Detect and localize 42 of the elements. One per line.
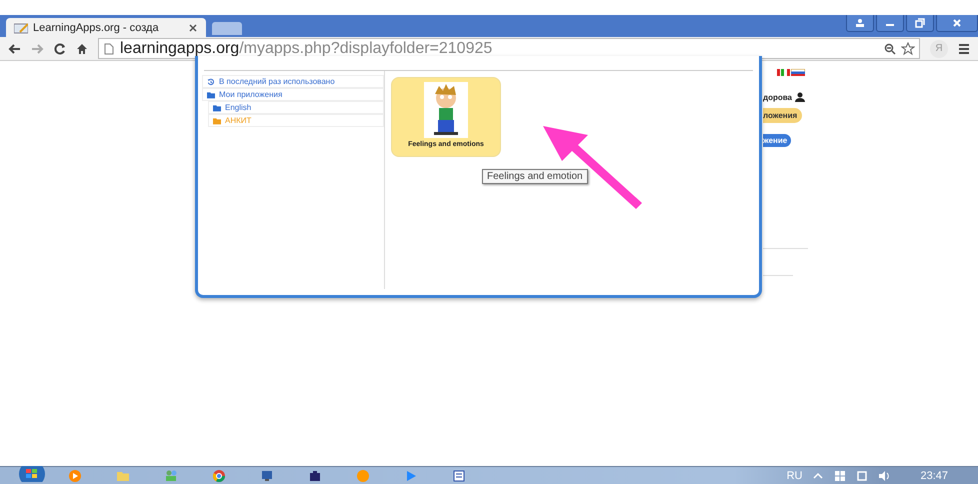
create-button[interactable]: жение <box>763 134 792 147</box>
apps-button[interactable]: ложения <box>763 108 802 123</box>
monitor-icon <box>261 470 273 482</box>
cartoon-boy-drawing <box>424 82 468 138</box>
home-icon <box>76 42 88 54</box>
tree-item[interactable]: В последний раз использовано <box>202 75 384 88</box>
profile-button[interactable] <box>846 15 874 32</box>
star-icon <box>901 42 915 56</box>
restore-button[interactable] <box>906 15 934 32</box>
play-icon <box>405 470 417 482</box>
close-icon <box>188 22 198 32</box>
tooltip: Feelings and emotion <box>482 169 588 184</box>
browser-icon <box>213 470 225 482</box>
speaker-icon <box>878 470 890 482</box>
circle-icon <box>357 470 369 482</box>
folder-icon <box>117 470 129 482</box>
page-icon <box>103 42 115 54</box>
zoom-out-icon <box>884 42 896 54</box>
windows-logo-icon <box>18 465 46 482</box>
person-icon <box>795 92 805 102</box>
minimize-button[interactable] <box>876 15 904 32</box>
page-favicon-icon <box>14 22 28 34</box>
media-player-icon <box>69 470 81 482</box>
browser-tab[interactable]: LearningApps.org - созда <box>6 18 206 37</box>
forward-arrow-icon <box>31 42 44 54</box>
person-icon <box>855 18 865 28</box>
close-icon <box>952 18 962 28</box>
briefcase-icon <box>309 470 321 482</box>
restore-icon <box>915 18 925 28</box>
address-bar[interactable]: learningapps.org/myapps.php?displayfolder=210925 <box>98 38 920 59</box>
close-window-button[interactable] <box>936 15 978 32</box>
menu-icon <box>958 42 970 54</box>
reload-icon <box>54 42 66 54</box>
user-name: дорова <box>763 92 792 102</box>
tree-item[interactable]: English <box>208 101 384 114</box>
start-button[interactable] <box>18 465 46 484</box>
back-arrow-icon <box>8 42 21 54</box>
history-icon <box>207 78 215 86</box>
people-icon <box>165 470 177 482</box>
document-icon <box>453 470 465 482</box>
clock[interactable]: 23:47 <box>920 470 948 482</box>
tree-item[interactable]: Мои приложения <box>202 88 384 101</box>
